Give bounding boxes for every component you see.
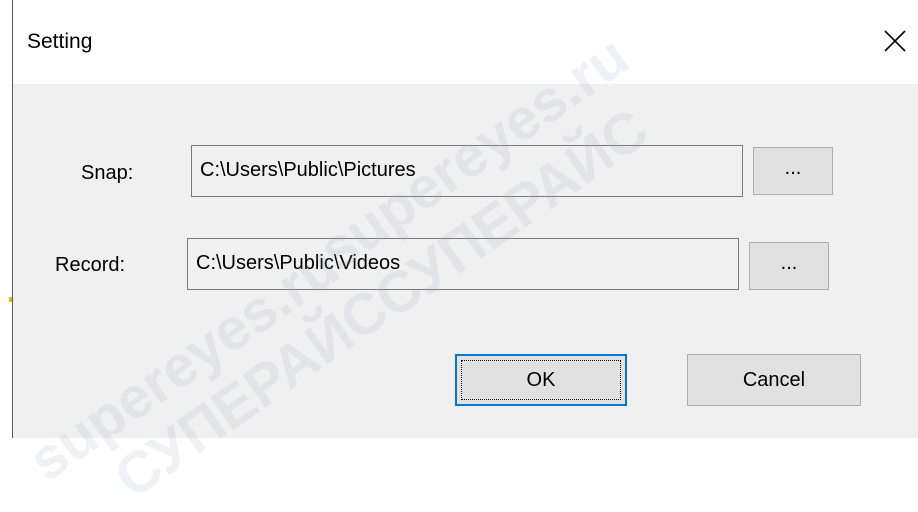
record-browse-button[interactable]: ... [749, 242, 829, 290]
watermark-text: СУПЕРАЙС [102, 276, 400, 511]
watermark-text: СУПЕРАЙС [362, 96, 660, 331]
focus-rectangle [461, 360, 621, 400]
close-icon [884, 30, 906, 52]
record-path-field[interactable]: C:\Users\Public\Videos [187, 238, 739, 290]
cancel-button-label: Cancel [742, 368, 806, 391]
close-button[interactable] [872, 18, 918, 64]
ok-button[interactable]: OK [455, 354, 627, 406]
background-strip [0, 0, 12, 438]
snap-browse-button[interactable]: ... [753, 147, 833, 195]
record-label: Record: [55, 254, 126, 276]
dialog-title: Setting [27, 30, 93, 53]
snap-label: Snap: [81, 162, 134, 184]
snap-path-field[interactable]: C:\Users\Public\Pictures [191, 145, 743, 197]
setting-dialog: Setting Snap: C:\Users\Public\Pictures .… [12, 0, 918, 511]
cancel-button[interactable]: Cancel [687, 354, 861, 406]
title-bar: Setting [13, 0, 918, 84]
